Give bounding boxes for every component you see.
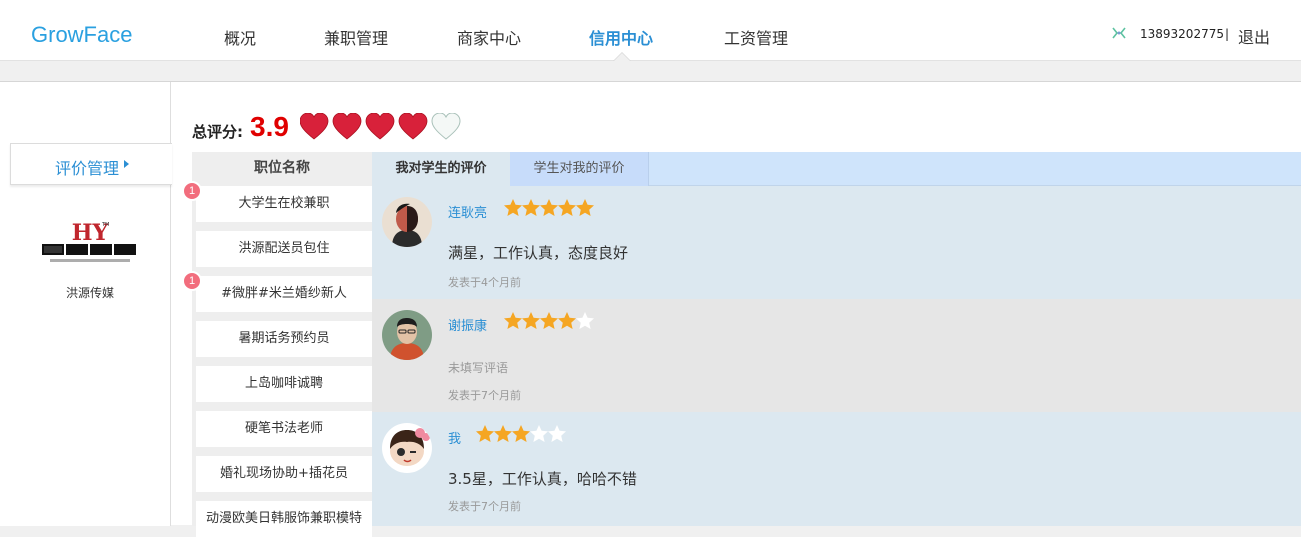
heart-outline-icon: [431, 113, 461, 140]
heart-icon: [332, 113, 362, 140]
nav-item-overview[interactable]: 概况: [224, 25, 256, 49]
tab-student-reviews-of-me[interactable]: 学生对我的评价: [510, 152, 649, 186]
sidebar: 评价管理 HY TM 洪源传媒: [0, 82, 172, 526]
score-value: 3.9: [250, 111, 289, 142]
job-item[interactable]: 大学生在校兼职: [196, 186, 372, 222]
divider: |: [1225, 27, 1230, 41]
nav-item-salary[interactable]: 工资管理: [724, 25, 788, 49]
job-item[interactable]: 动漫欧美日韩服饰兼职模特: [196, 501, 372, 537]
rating-stars: [504, 312, 594, 329]
heart-icon: [365, 113, 395, 140]
tab-my-reviews-of-students[interactable]: 我对学生的评价: [372, 152, 510, 186]
score-hearts: [300, 113, 461, 140]
caret-right-icon: [124, 160, 129, 168]
job-list: 职位名称 大学生在校兼职 洪源配送员包住 #微胖#米兰婚纱新人 暑期话务预约员 …: [182, 152, 372, 537]
main-panel: 评价管理 HY TM 洪源传媒 总评分: 3.9 职位名称 大学生在校兼职 洪源…: [0, 81, 1301, 537]
sidebar-item-review-management[interactable]: 评价管理: [10, 143, 172, 185]
job-item[interactable]: 婚礼现场协助+插花员: [196, 456, 372, 492]
notification-badge: 1: [182, 181, 202, 201]
avatar[interactable]: [382, 197, 432, 247]
rating-stars: [476, 425, 566, 442]
sidebar-item-label: 评价管理: [55, 159, 120, 178]
review-text: 3.5星，工作认真，哈哈不错: [448, 470, 637, 488]
logout-link[interactable]: 退出: [1238, 24, 1270, 48]
review-timestamp: 发表于7个月前: [448, 500, 521, 513]
job-item[interactable]: 硬笔书法老师: [196, 411, 372, 447]
job-item[interactable]: 上岛咖啡诚聘: [196, 366, 372, 402]
score-label: 总评分:: [192, 123, 243, 141]
review-timestamp: 发表于4个月前: [448, 276, 521, 289]
heart-icon: [300, 113, 329, 140]
brand-logo[interactable]: GrowFace: [31, 22, 132, 48]
reviewer-name[interactable]: 谢振康: [448, 315, 487, 334]
review-text: 满星，工作认真，态度良好: [448, 244, 629, 262]
notification-badge: 1: [182, 271, 202, 291]
user-icon: [1112, 27, 1126, 39]
reviewer-name[interactable]: 连耿亮: [448, 202, 487, 221]
nav-item-parttime[interactable]: 兼职管理: [324, 25, 388, 49]
review-item: 谢振康 未填写评语 发表于7个月前: [372, 299, 1301, 412]
job-item[interactable]: 暑期话务预约员: [196, 321, 372, 357]
review-text: 未填写评语: [448, 361, 509, 375]
job-item[interactable]: #微胖#米兰婚纱新人: [196, 276, 372, 312]
job-list-header: 职位名称: [254, 160, 310, 176]
job-item[interactable]: 洪源配送员包住: [196, 231, 372, 267]
nav-item-credit[interactable]: 信用中心: [589, 25, 653, 49]
svg-text:TM: TM: [101, 222, 109, 228]
company-name: 洪源传媒: [65, 286, 114, 300]
review-timestamp: 发表于7个月前: [448, 389, 521, 402]
top-nav-bar: GrowFace 概况 兼职管理 商家中心 信用中心 工资管理 13893202…: [0, 0, 1301, 61]
avatar[interactable]: [382, 310, 432, 360]
review-tabs: 我对学生的评价 学生对我的评价: [372, 152, 1301, 186]
rating-stars: [504, 199, 594, 216]
nav-item-merchant[interactable]: 商家中心: [457, 25, 521, 49]
active-nav-indicator-fill: [614, 53, 630, 61]
company-logo: HY TM: [40, 220, 140, 262]
user-phone[interactable]: 13893202775: [1140, 27, 1224, 41]
reviewer-name[interactable]: 我: [448, 428, 461, 447]
review-item: 我 3.5星，工作认真，哈哈不错 发表于7个月前: [372, 412, 1301, 526]
avatar[interactable]: [382, 423, 432, 473]
heart-icon: [398, 113, 428, 140]
review-item: 连耿亮 满星，工作认真，态度良好 发表于4个月前: [372, 186, 1301, 299]
